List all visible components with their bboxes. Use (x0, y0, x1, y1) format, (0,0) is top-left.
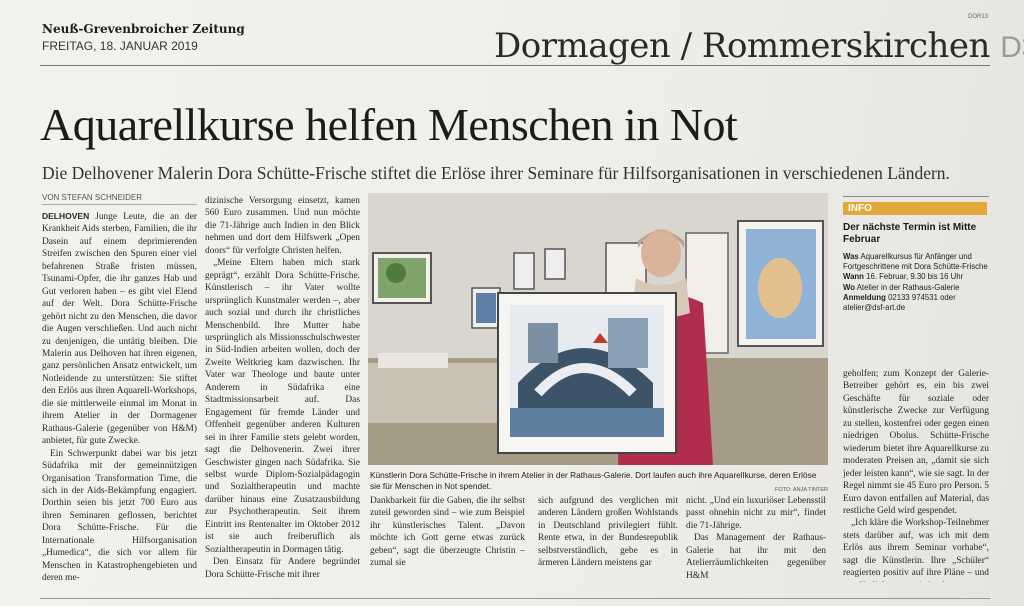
info-anmeldung-label: Anmeldung (843, 292, 886, 302)
article-photo (368, 193, 828, 465)
bottom-rule (40, 598, 990, 599)
article-column-1: DELHOVEN Junge Leute, die an der Krankhe… (42, 210, 197, 582)
dateline: DELHOVEN (42, 211, 90, 221)
byline-rule (42, 204, 197, 205)
header-rule (40, 65, 990, 66)
info-label: INFO (843, 202, 987, 215)
atelier-photo-illustration (368, 193, 828, 465)
issue-date: FREITAG, 18. JANUAR 2019 (42, 39, 198, 53)
paragraph: Dankbarkeit für die Gaben, die ihr selbs… (370, 496, 525, 569)
paragraph: DELHOVEN Junge Leute, die an der Krankhe… (42, 210, 197, 448)
info-details: Was Aquarellkursus für Anfänger und Fort… (843, 252, 989, 313)
info-title: Der nächste Termin ist Mitte Februar (843, 222, 977, 245)
photo-caption: Künstlerin Dora Schütte-Frische in ihrem… (370, 470, 817, 491)
section-name: Dormagen / Rommerskirchen (494, 26, 990, 66)
paragraph: „Meine Eltern haben mich stark geprägt“,… (205, 258, 360, 555)
headline: Aquarellkurse helfen Menschen in Not (40, 99, 738, 150)
article-column-6: geholfen; zum Konzept der Galerie-Betrei… (843, 368, 989, 582)
article-column-3: Dankbarkeit für die Gaben, die ihr selbs… (370, 495, 525, 585)
info-row-was: Was Aquarellkursus für Anfänger und Fort… (843, 252, 989, 272)
paragraph: geholfen; zum Konzept der Galerie-Betrei… (843, 369, 989, 516)
info-wo-label: Wo (843, 282, 855, 292)
info-was-label: Was (843, 252, 859, 261)
article-column-2: dizinische Versorgung einsetzt, kamen 56… (205, 195, 360, 582)
paragraph-text: Junge Leute, die an der Krankheit Aids s… (42, 212, 197, 447)
article-column-5: nicht. „Und ein luxuriöser Lebensstil pa… (686, 495, 826, 585)
paragraph: Den Einsatz für Andere begründet Dora Sc… (205, 557, 360, 580)
page-number: D3 (1000, 31, 1024, 64)
article-column-4: sich aufgrund des verglichen mit anderen… (538, 495, 678, 585)
paragraph: „Ich kläre die Workshop-Teilnehmer stets… (843, 518, 989, 582)
info-row-wo: Wo Atelier in der Rathaus-Galerie (843, 283, 989, 293)
info-box: INFO Der nächste Termin ist Mitte Februa… (843, 196, 989, 323)
photo-credit: FOTO: ANJA TINTER (775, 487, 828, 493)
info-wann-label: Wann (843, 272, 864, 282)
paragraph: nicht. „Und ein luxuriöser Lebensstil pa… (686, 496, 826, 531)
info-row-anmeldung: Anmeldung 02133 974531 oder atelier@dsf-… (843, 293, 989, 313)
paragraph: Ein Schwerpunkt dabei war bis jetzt Süda… (42, 448, 197, 582)
newspaper-page: { "masthead": "Neuß-Grevenbroicher Zeitu… (0, 0, 1024, 606)
info-was-value: Aquarellkursus für Anfänger und Fortgesc… (843, 252, 988, 272)
info-wo-value: Atelier in der Rathaus-Galerie (856, 282, 960, 292)
paragraph: dizinische Versorgung einsetzt, kamen 56… (205, 196, 360, 256)
info-wann-value: 16. Februar, 9.30 bis 16 Uhr (866, 272, 964, 282)
info-row-wann: Wann 16. Februar, 9.30 bis 16 Uhr (843, 272, 989, 282)
paragraph: Das Management der Rathaus-Galerie hat i… (686, 533, 826, 581)
section-title: Dormagen / Rommerskirchen D3 (494, 26, 1024, 66)
byline: VON STEFAN SCHNEIDER (42, 193, 143, 202)
masthead: Neuß-Grevenbroicher Zeitung (42, 22, 245, 36)
paragraph: sich aufgrund des verglichen mit anderen… (538, 496, 678, 569)
subheadline: Die Delhovener Malerin Dora Schütte-Fris… (42, 163, 950, 183)
page-reference: DOR13 (968, 14, 989, 20)
